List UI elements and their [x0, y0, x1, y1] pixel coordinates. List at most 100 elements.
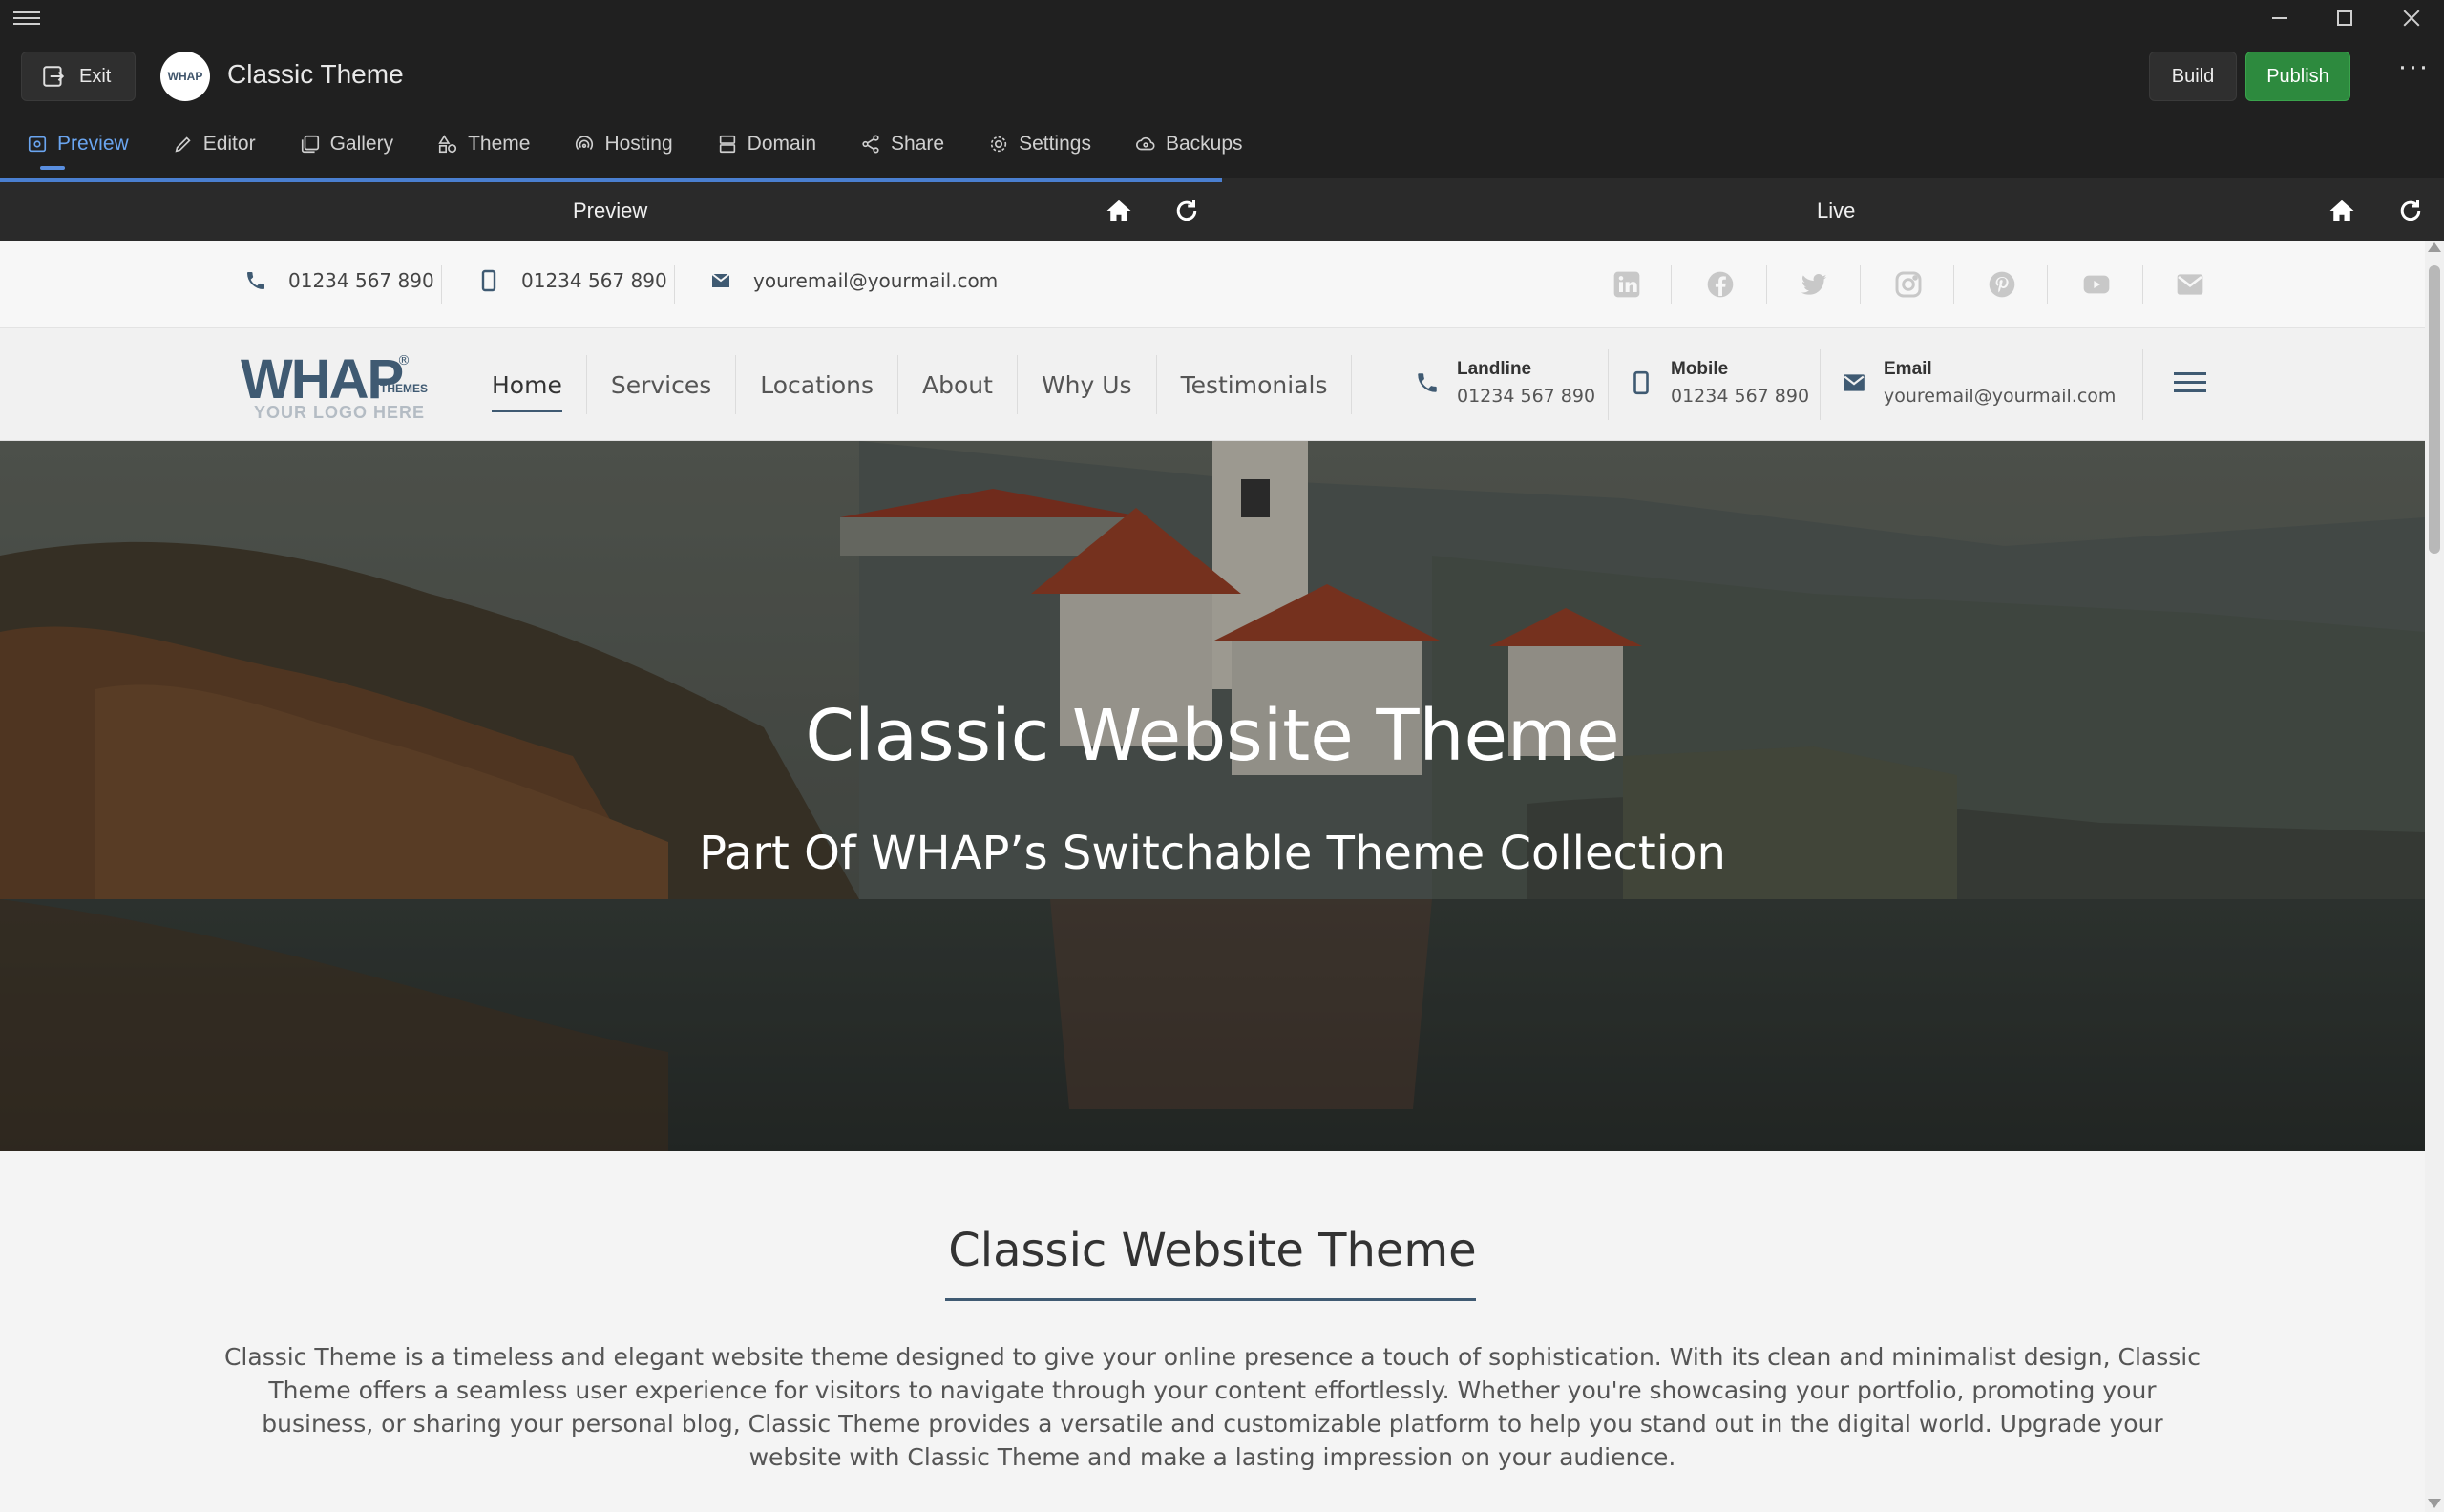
app-window: Exit WHAP Classic Theme Build Publish ··…: [0, 0, 2444, 1512]
menu-item-about[interactable]: About: [898, 355, 1018, 414]
live-home-icon[interactable]: [2328, 197, 2356, 225]
tab-share[interactable]: Share: [833, 122, 961, 166]
live-refresh-icon[interactable]: [2396, 197, 2425, 225]
maximize-icon: [2337, 10, 2352, 26]
topbar-email-value: youremail@yourmail.com: [753, 269, 999, 292]
cloud-backup-icon: [1136, 136, 1155, 151]
close-window-button[interactable]: [2381, 0, 2442, 36]
tab-label: Share: [891, 133, 945, 155]
twitter-icon[interactable]: [1795, 265, 1833, 304]
tab-gallery[interactable]: Gallery: [273, 122, 411, 166]
section-title-underline: [945, 1298, 1476, 1301]
app-logo: WHAP: [160, 52, 210, 101]
minimize-icon: [2272, 17, 2287, 19]
tab-hosting[interactable]: Hosting: [547, 122, 689, 166]
maximize-button[interactable]: [2314, 0, 2375, 36]
preview-home-icon[interactable]: [1105, 197, 1133, 225]
youtube-icon[interactable]: [2077, 265, 2116, 304]
preview-live-header: [0, 178, 2444, 241]
email-label: Email: [1884, 359, 1932, 379]
more-options-icon[interactable]: ···: [2394, 52, 2433, 86]
main-tabs: Preview Editor Gallery Theme Hosting Dom…: [0, 122, 1260, 170]
phone-icon: [247, 272, 264, 289]
divider: [2142, 265, 2143, 304]
landline-label: Landline: [1457, 359, 1532, 379]
topbar-mobile-value: 01234 567 890: [521, 269, 667, 292]
site-navbar: WHAP ® THEMES YOUR LOGO HERE Home Servic…: [0, 328, 2425, 441]
mail-icon: [1844, 374, 1865, 391]
pencil-icon: [175, 136, 191, 153]
topbar-landline[interactable]: 01234 567 890: [244, 269, 434, 292]
divider: [1766, 265, 1767, 304]
site-logo[interactable]: WHAP ® THEMES YOUR LOGO HERE: [241, 348, 441, 424]
logo-registered: ®: [397, 353, 411, 368]
gear-icon: [990, 136, 1007, 153]
divider: [441, 265, 442, 304]
divider: [2142, 349, 2143, 420]
menu-item-testimonials[interactable]: Testimonials: [1157, 355, 1353, 414]
site-menu-toggle-icon[interactable]: [2174, 372, 2206, 397]
logo-themes: THEMES: [380, 382, 429, 395]
hero-title: Classic Website Theme: [805, 695, 1620, 777]
nav-mobile[interactable]: Mobile 01234 567 890: [1629, 359, 1809, 407]
phone-icon: [1418, 373, 1437, 392]
preview-icon: [28, 136, 47, 153]
scroll-down-arrow-icon[interactable]: [2428, 1499, 2441, 1508]
email-value: youremail@yourmail.com: [1884, 386, 2117, 407]
publish-button[interactable]: Publish: [2245, 52, 2350, 101]
hosting-icon: [576, 136, 594, 151]
menu-item-services[interactable]: Services: [587, 355, 737, 414]
preview-refresh-icon[interactable]: [1172, 197, 1201, 225]
divider: [2047, 265, 2048, 304]
scroll-up-arrow-icon[interactable]: [2428, 242, 2441, 252]
mobile-icon: [481, 269, 496, 292]
tab-settings[interactable]: Settings: [961, 122, 1108, 166]
exit-button[interactable]: Exit: [21, 52, 136, 101]
close-icon: [2402, 9, 2421, 28]
divider: [1671, 265, 1672, 304]
tab-editor[interactable]: Editor: [146, 122, 273, 166]
tab-label: Settings: [1019, 133, 1091, 155]
preview-progress-indicator: [0, 178, 1222, 182]
mobile-label: Mobile: [1671, 359, 1729, 379]
topbar-mobile[interactable]: 01234 567 890: [477, 269, 667, 292]
nav-landline[interactable]: Landline 01234 567 890: [1415, 359, 1595, 407]
tab-preview[interactable]: Preview: [0, 122, 146, 170]
hero-banner: Classic Website Theme Part Of WHAP’s Swi…: [0, 441, 2425, 1151]
linkedin-icon[interactable]: [1608, 265, 1646, 304]
tab-label: Backups: [1165, 133, 1243, 155]
nav-email[interactable]: Email youremail@yourmail.com: [1842, 359, 2116, 407]
tab-theme[interactable]: Theme: [411, 122, 547, 166]
menu-item-home[interactable]: Home: [468, 355, 587, 414]
title-bar: [0, 0, 2444, 36]
menu-item-why-us[interactable]: Why Us: [1018, 355, 1157, 414]
app-title: Classic Theme: [227, 59, 404, 89]
tab-label: Preview: [57, 133, 129, 155]
divider: [1820, 349, 1821, 420]
pinterest-icon[interactable]: [1983, 265, 2021, 304]
tab-label: Domain: [747, 133, 817, 155]
divider: [1608, 349, 1609, 420]
logo-wordmark: WHAP: [241, 348, 404, 410]
share-icon: [862, 135, 879, 154]
menu-item-locations[interactable]: Locations: [736, 355, 899, 414]
hamburger-menu-icon[interactable]: [13, 8, 40, 29]
live-pane-label: Live: [1817, 199, 1856, 222]
divider: [674, 265, 675, 304]
build-button[interactable]: Build: [2149, 52, 2237, 101]
topbar-email[interactable]: youremail@yourmail.com: [709, 269, 998, 292]
mobile-icon: [1633, 370, 1649, 395]
minimize-button[interactable]: [2249, 0, 2310, 36]
website-preview: 01234 567 890 01234 567 890 youremail@yo…: [0, 241, 2425, 1512]
landline-value: 01234 567 890: [1457, 386, 1596, 407]
shapes-icon: [438, 135, 457, 154]
instagram-icon[interactable]: [1889, 265, 1928, 304]
tab-label: Hosting: [604, 133, 673, 155]
facebook-icon[interactable]: [1701, 265, 1739, 304]
scrollbar-thumb[interactable]: [2429, 265, 2440, 554]
tab-domain[interactable]: Domain: [690, 122, 833, 166]
hero-subtitle: Part Of WHAP’s Switchable Theme Collecti…: [699, 827, 1726, 880]
mail-icon[interactable]: [2171, 265, 2209, 304]
tab-backups[interactable]: Backups: [1108, 122, 1260, 166]
topbar-landline-value: 01234 567 890: [288, 269, 434, 292]
